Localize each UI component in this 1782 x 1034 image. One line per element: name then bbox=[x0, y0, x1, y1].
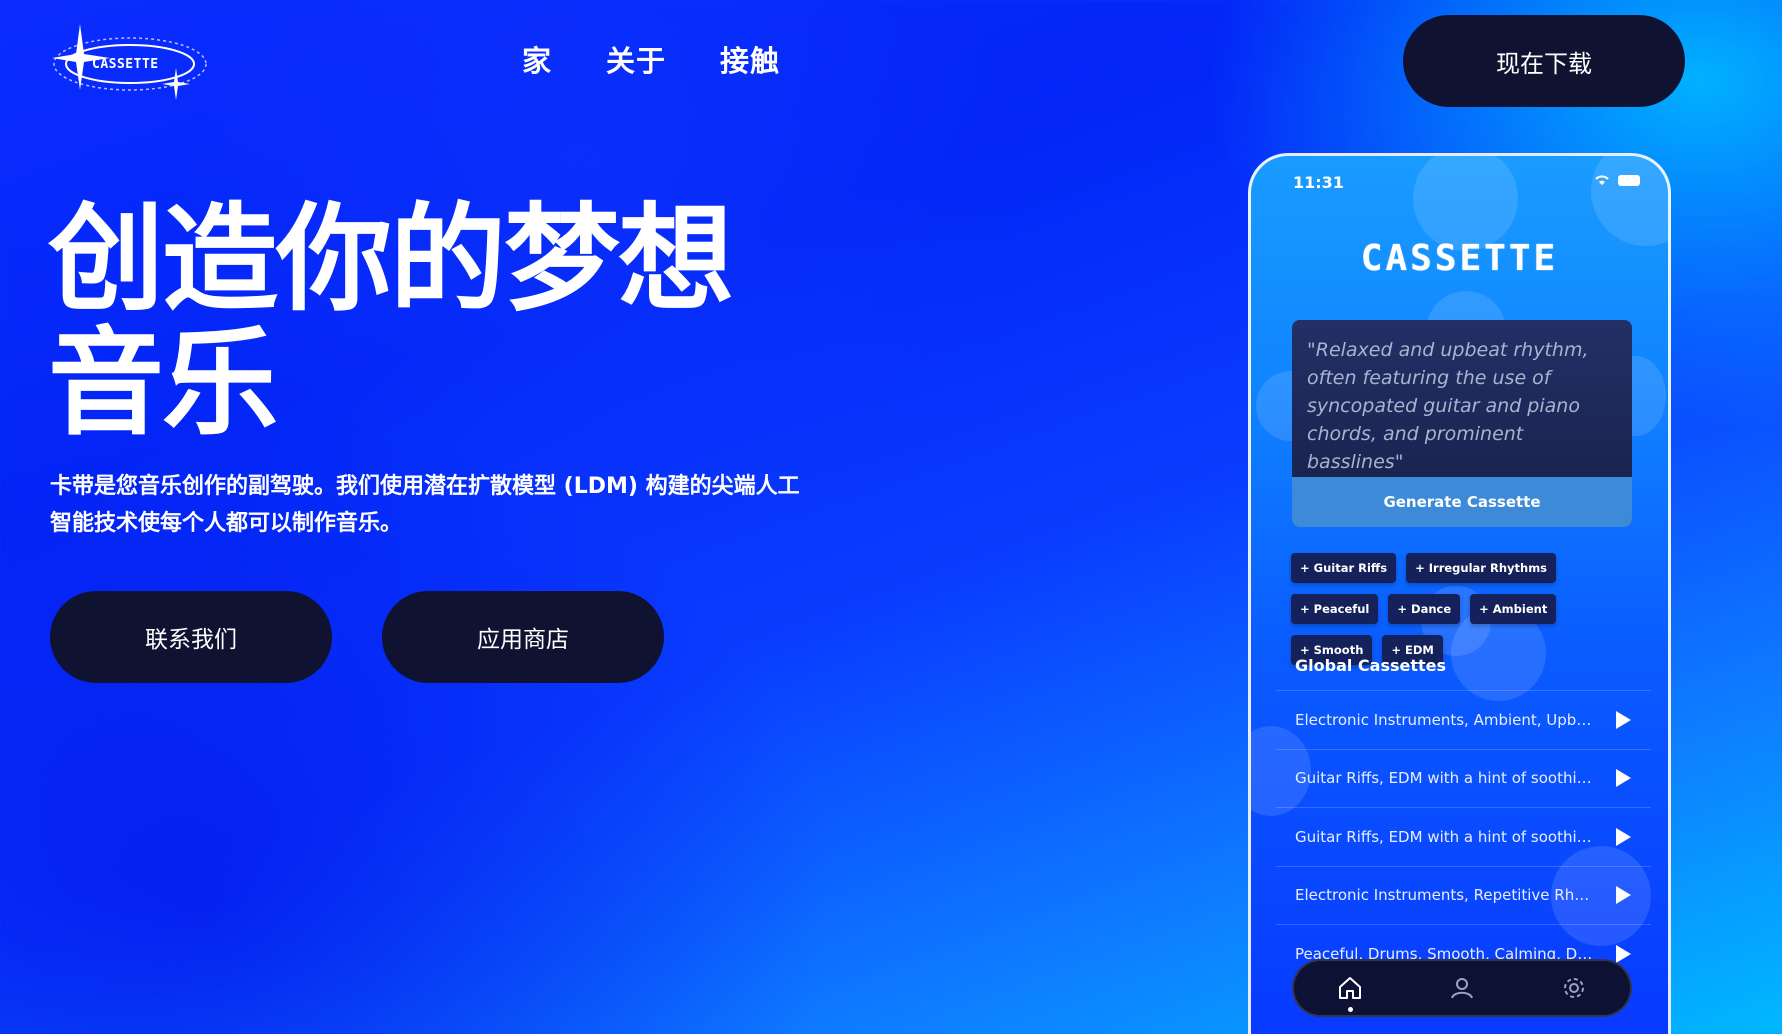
play-icon[interactable] bbox=[1616, 944, 1631, 963]
status-time: 11:31 bbox=[1293, 173, 1344, 192]
list-item[interactable]: Electronic Instruments, Ambient, Upbeat,… bbox=[1276, 690, 1651, 749]
list-item[interactable]: Electronic Instruments, Repetitive Rhyth… bbox=[1276, 865, 1651, 925]
wifi-icon bbox=[1595, 175, 1609, 185]
nav-about[interactable]: 关于 bbox=[606, 38, 666, 80]
prompt-input[interactable]: "Relaxed and upbeat rhythm, often featur… bbox=[1292, 320, 1632, 477]
tag-chip[interactable]: + Irregular Rhythms bbox=[1406, 553, 1557, 583]
cassette-logo[interactable]: CASSETTE bbox=[50, 18, 210, 100]
play-icon[interactable] bbox=[1616, 769, 1631, 788]
phone-mockup: 11:31 CASSETTE "Relaxed and upbeat rhyth… bbox=[1248, 153, 1671, 1034]
tag-chip[interactable]: + Peaceful bbox=[1291, 594, 1379, 624]
download-now-button[interactable]: 现在下载 bbox=[1403, 15, 1685, 107]
tag-chip[interactable]: + Ambient bbox=[1470, 594, 1557, 624]
app-store-button[interactable]: 应用商店 bbox=[382, 591, 664, 683]
hero-description: 卡带是您音乐创作的副驾驶。我们使用潜在扩散模型 (LDM) 构建的尖端人工智能技… bbox=[50, 474, 800, 536]
tag-chip[interactable]: + Dance bbox=[1388, 594, 1461, 624]
bottom-tab-bar bbox=[1292, 959, 1632, 1017]
hero-title: 创造你的梦想音乐 bbox=[48, 192, 734, 451]
generate-cassette-button[interactable]: Generate Cassette bbox=[1292, 477, 1632, 527]
list-item[interactable]: Guitar Riffs, EDM with a hint of soothin… bbox=[1276, 807, 1651, 866]
global-cassettes-title: Global Cassettes bbox=[1295, 656, 1447, 675]
settings-icon[interactable] bbox=[1554, 968, 1594, 1008]
battery-icon bbox=[1618, 174, 1640, 186]
tag-list: + Guitar Riffs + Irregular Rhythms + Pea… bbox=[1291, 553, 1636, 665]
app-title: CASSETTE bbox=[1360, 238, 1559, 279]
main-nav: 家 关于 接触 bbox=[522, 38, 780, 80]
cassette-label: Guitar Riffs, EDM with a hint of soothin… bbox=[1295, 769, 1595, 788]
cassette-label: Electronic Instruments, Repetitive Rhyth… bbox=[1295, 886, 1595, 905]
cassette-label: Electronic Instruments, Ambient, Upbeat,… bbox=[1295, 710, 1595, 729]
list-item[interactable]: Guitar Riffs, EDM with a hint of soothin… bbox=[1276, 748, 1651, 808]
tag-chip[interactable]: + Guitar Riffs bbox=[1291, 553, 1397, 583]
hero-buttons: 联系我们 应用商店 bbox=[50, 591, 664, 683]
decor-bubble bbox=[1591, 156, 1668, 246]
nav-home[interactable]: 家 bbox=[522, 38, 552, 80]
prompt-card: "Relaxed and upbeat rhythm, often featur… bbox=[1292, 320, 1632, 527]
status-icons bbox=[1594, 174, 1640, 186]
decor-bubble bbox=[1413, 156, 1518, 251]
cassette-list: Electronic Instruments, Ambient, Upbeat,… bbox=[1276, 690, 1651, 983]
play-icon[interactable] bbox=[1616, 710, 1631, 729]
cassette-label: Guitar Riffs, EDM with a hint of soothin… bbox=[1295, 827, 1595, 846]
home-icon[interactable] bbox=[1330, 968, 1370, 1012]
play-icon[interactable] bbox=[1616, 827, 1631, 846]
contact-us-button[interactable]: 联系我们 bbox=[50, 591, 332, 683]
nav-contact[interactable]: 接触 bbox=[720, 38, 780, 80]
active-indicator bbox=[1348, 1007, 1353, 1012]
logo-wordmark: CASSETTE bbox=[92, 57, 159, 72]
play-icon[interactable] bbox=[1616, 886, 1631, 905]
profile-icon[interactable] bbox=[1442, 968, 1482, 1008]
